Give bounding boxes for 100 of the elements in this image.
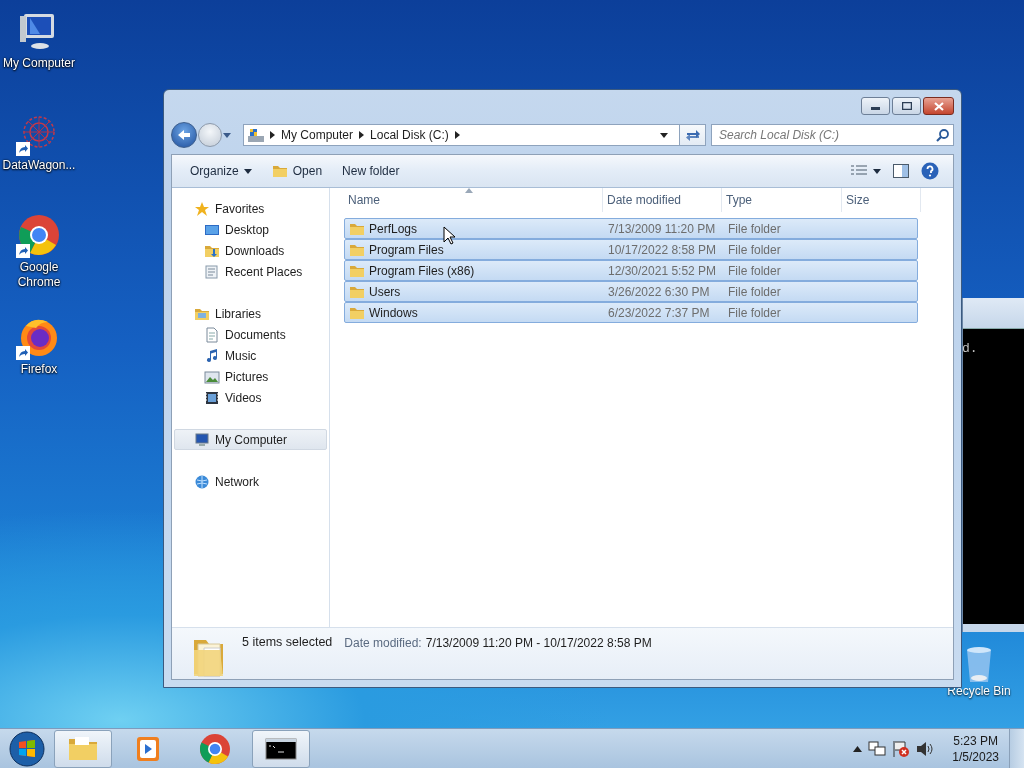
details-view-icon	[851, 165, 867, 177]
caret-icon	[223, 132, 231, 138]
file-name: Program Files	[369, 242, 444, 257]
chevron-icon[interactable]	[359, 131, 365, 139]
shortcut-arrow-icon	[16, 244, 30, 258]
file-name: Users	[369, 284, 401, 299]
file-name: PerfLogs	[369, 221, 418, 236]
arrow-left-icon	[177, 129, 191, 141]
caret-up-button[interactable]	[853, 745, 863, 752]
network-button[interactable]	[868, 740, 887, 757]
flag-icon	[892, 739, 911, 758]
address-bar[interactable]: My Computer Local Disk (C:)	[243, 124, 706, 146]
music-note-icon	[204, 347, 220, 364]
date-modified: 12/30/2021 5:52 PM	[608, 263, 717, 278]
date-modified: 7/13/2009 11:20 PM	[608, 221, 716, 236]
column-header[interactable]: Date modified	[603, 188, 722, 212]
refresh-button[interactable]	[679, 125, 705, 145]
toolbar-button[interactable]: Open	[263, 159, 331, 183]
desktop-icon-label[interactable]: My Computer	[0, 56, 78, 71]
toolbar-button[interactable]: New folder	[334, 159, 408, 183]
date-modified: 10/17/2022 8:58 PM	[608, 242, 717, 257]
drive-icon	[247, 127, 265, 143]
file-type: File folder	[728, 242, 781, 257]
computer-icon	[194, 431, 210, 448]
selection-count: 5 items selected	[242, 635, 333, 649]
file-type: File folder	[728, 263, 781, 278]
nav-item[interactable]: Videos	[174, 387, 327, 408]
speaker-icon	[916, 740, 935, 757]
mouse-pointer-icon	[443, 226, 455, 245]
toolbar-button[interactable]: Organize	[182, 159, 260, 183]
column-header[interactable]: Size	[842, 188, 921, 212]
maximize-button[interactable]	[892, 97, 921, 115]
globe-icon	[194, 473, 210, 490]
nav-item[interactable]: Music	[174, 345, 327, 366]
nav-item[interactable]: Downloads	[174, 240, 327, 261]
taskbar-button[interactable]	[252, 729, 310, 768]
nav-item[interactable]: Documents	[174, 324, 327, 345]
detail-value: 7/13/2009 11:20 PM - 10/17/2022 8:58 PM	[425, 636, 652, 650]
caret-icon	[660, 132, 668, 138]
caret-icon	[243, 168, 252, 174]
history-button[interactable]	[223, 132, 231, 138]
shortcut-arrow-icon	[16, 142, 30, 156]
file-type: File folder	[728, 305, 781, 320]
sort-arrow-icon	[465, 188, 473, 193]
windows-orb-icon	[9, 730, 45, 767]
shortcut-arrow-icon	[16, 346, 30, 360]
close-button[interactable]	[923, 97, 954, 115]
star-icon	[194, 200, 210, 217]
chevron-icon[interactable]	[454, 131, 460, 139]
file-row[interactable]: Program Files 10/17/2022 8:58 PM File folder	[344, 239, 918, 260]
file-type: File folder	[728, 284, 781, 299]
file-name: Windows	[369, 305, 418, 320]
search-box[interactable]: Search Local Disk (C:)	[711, 124, 954, 146]
nav-item[interactable]: Recent Places	[174, 261, 327, 282]
desktop-icon-label[interactable]: Firefox	[0, 362, 78, 377]
file-name: Program Files (x86)	[369, 263, 475, 278]
file-row[interactable]: Windows 6/23/2022 7:37 PM File folder	[344, 302, 918, 323]
nav-item[interactable]: My Computer	[174, 429, 327, 450]
file-row[interactable]: PerfLogs 7/13/2009 11:20 PM File folder	[344, 218, 918, 239]
minimize-button[interactable]	[861, 97, 890, 115]
nav-item[interactable]: Pictures	[174, 366, 327, 387]
breadcrumb[interactable]: My Computer	[280, 128, 355, 142]
chrome-icon	[18, 214, 60, 256]
file-type: File folder	[728, 221, 781, 236]
file-row[interactable]: Program Files (x86) 12/30/2021 5:52 PM File folder	[344, 260, 918, 281]
console-title-bar	[963, 298, 1024, 329]
column-header[interactable]: Type	[722, 188, 842, 212]
file-row[interactable]: Users 3/26/2022 6:30 PM File folder	[344, 281, 918, 302]
clock[interactable]: 5:23 PM 1/5/2023	[952, 732, 999, 765]
nav-item[interactable]: Network	[174, 471, 327, 492]
speaker-button[interactable]	[916, 740, 935, 757]
chrome-icon	[199, 732, 231, 765]
detail-label: Date modified:	[344, 636, 422, 650]
refresh-arrows-icon	[684, 128, 701, 142]
nav-item[interactable]: Libraries	[174, 303, 327, 324]
pane-icon	[893, 164, 909, 178]
film-icon	[204, 389, 220, 406]
caret-up-icon	[853, 745, 863, 752]
desktop-icon-label[interactable]: DataWagon...	[0, 158, 78, 173]
desktop-icon-label[interactable]: Google Chrome	[0, 260, 78, 290]
document-icon	[204, 263, 220, 280]
date-modified: 3/26/2022 6:30 PM	[608, 284, 710, 299]
chevron-icon[interactable]	[270, 131, 275, 139]
search-field[interactable]: Search Local Disk (C:)	[719, 128, 936, 142]
date-modified: 6/23/2022 7:37 PM	[608, 305, 710, 320]
close-icon	[933, 101, 944, 111]
network-icon	[868, 740, 887, 757]
back-button[interactable]	[171, 122, 197, 148]
restore-icon	[901, 102, 912, 110]
nav-item[interactable]: Desktop	[174, 219, 327, 240]
folder-icon	[271, 163, 288, 179]
picture-icon	[204, 368, 220, 385]
console-text: d.	[962, 341, 978, 356]
flag-button[interactable]	[892, 739, 911, 758]
document-icon	[204, 326, 220, 343]
nav-item[interactable]: Favorites	[174, 198, 327, 219]
breadcrumb[interactable]: Local Disk (C:)	[369, 128, 450, 142]
console-frame	[963, 624, 1024, 632]
search-icon	[936, 128, 949, 142]
help-icon	[921, 162, 939, 180]
